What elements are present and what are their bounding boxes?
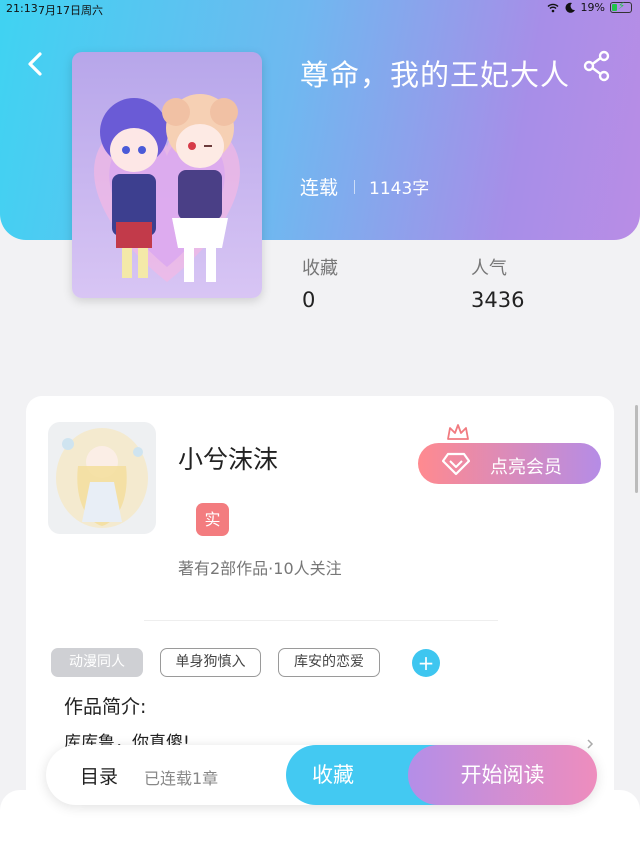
status-indicators: 19% ⚡ [547, 1, 632, 14]
chevron-right-icon[interactable] [584, 738, 596, 750]
book-cover-illustration [72, 52, 262, 298]
verified-badge: 实 [196, 503, 229, 536]
status-date: 7月17日周六 [38, 4, 103, 17]
status-time: 21:13 [6, 2, 38, 15]
book-title: 尊命，我的王妃大人 [300, 58, 571, 92]
author-summary: 著有2部作品·10人关注 [178, 559, 342, 578]
tag-item[interactable]: 动漫同人 [51, 648, 143, 677]
crown-icon [447, 424, 469, 440]
back-icon[interactable] [22, 50, 50, 78]
tag-item[interactable]: 单身狗慎入 [160, 648, 261, 677]
popularity-stat: 人气 3436 [471, 254, 524, 312]
intro-heading: 作品简介: [64, 696, 147, 718]
favorites-stat: 收藏 0 [302, 254, 338, 312]
diamond-icon [442, 452, 470, 476]
popularity-value: 3436 [471, 288, 525, 312]
meta-divider [354, 179, 356, 194]
wifi-icon [547, 3, 559, 12]
avatar[interactable] [48, 422, 156, 534]
word-count: 1143字 [369, 179, 430, 199]
favorites-value: 0 [302, 288, 316, 312]
book-status: 连载 [300, 177, 339, 199]
book-meta: 连载 1143字 [300, 173, 429, 200]
scrollbar[interactable] [635, 405, 638, 493]
vip-label: 点亮会员 [490, 457, 562, 478]
moon-icon [565, 2, 575, 13]
battery-percent: 19% [580, 1, 605, 14]
tag-item[interactable]: 库安的恋爱 [278, 648, 380, 677]
chapter-count: 已连载1章 [144, 769, 219, 788]
avatar-illustration [48, 422, 156, 534]
battery-icon: ⚡ [610, 1, 632, 13]
share-icon[interactable] [582, 50, 612, 82]
card-divider [144, 620, 498, 621]
start-reading-button[interactable]: 开始阅读 [408, 745, 597, 805]
book-cover[interactable] [72, 52, 262, 298]
status-bar: 21:13 7月17日周六 19% ⚡ [0, 0, 640, 18]
favorites-label: 收藏 [302, 258, 338, 279]
vip-button[interactable]: 点亮会员 [418, 424, 601, 484]
toc-button[interactable]: 目录 [80, 762, 118, 789]
bottom-action-bar: 目录 已连载1章 收藏 开始阅读 [46, 745, 597, 805]
author-name[interactable]: 小兮沫沫 [178, 440, 278, 476]
popularity-label: 人气 [471, 258, 507, 279]
add-tag-button[interactable]: + [412, 649, 440, 677]
